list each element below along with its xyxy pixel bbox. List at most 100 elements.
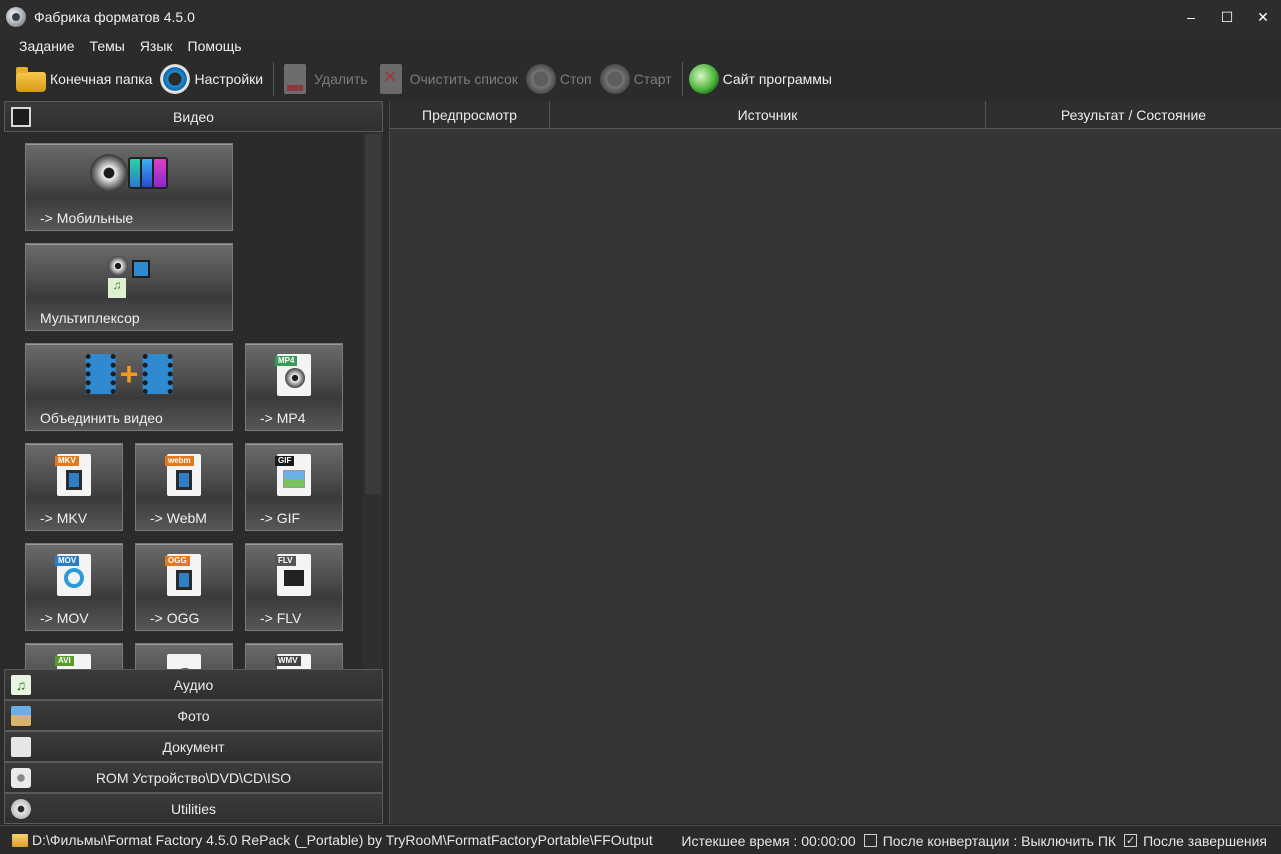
stop-button[interactable]: Стоп bbox=[524, 61, 598, 97]
globe-icon bbox=[688, 64, 719, 94]
tile-ogg[interactable]: OGG -> OGG bbox=[135, 543, 233, 631]
start-icon bbox=[599, 64, 630, 94]
wmv-file-icon: WMV bbox=[275, 654, 311, 669]
mov-file-icon: MOV bbox=[55, 554, 91, 596]
maximize-button[interactable]: ☐ bbox=[1209, 0, 1245, 34]
category-audio[interactable]: ♫ Аудио bbox=[4, 669, 383, 700]
tile-gif[interactable]: GIF -> GIF bbox=[245, 443, 343, 531]
category-utilities-label: Utilities bbox=[170, 800, 217, 817]
category-photo[interactable]: Фото bbox=[4, 700, 383, 731]
category-rom[interactable]: ROM Устройство\DVD\CD\ISO bbox=[4, 762, 383, 793]
film-reel-icon bbox=[11, 799, 31, 819]
window-title: Фабрика форматов 4.5.0 bbox=[34, 9, 195, 25]
website-button[interactable]: Сайт программы bbox=[687, 61, 838, 97]
tile-join-video[interactable]: + Объединить видео bbox=[25, 343, 233, 431]
task-list-panel: Предпросмотр Источник Результат / Состоя… bbox=[389, 101, 1281, 824]
column-source[interactable]: Источник bbox=[550, 101, 986, 128]
tile-mobile-label: -> Мобильные bbox=[40, 210, 134, 226]
tile-muxer-label: Мультиплексор bbox=[40, 310, 140, 326]
document-icon bbox=[11, 737, 31, 757]
menu-themes[interactable]: Темы bbox=[82, 38, 132, 54]
category-photo-label: Фото bbox=[177, 707, 210, 724]
start-label: Старт bbox=[633, 71, 672, 87]
menu-task[interactable]: Задание bbox=[11, 38, 82, 54]
settings-label: Настройки bbox=[194, 71, 264, 87]
ogg-file-icon: OGG bbox=[165, 554, 201, 596]
gif-file-icon: GIF bbox=[275, 454, 311, 496]
tile-muxer[interactable]: ♫ Мультиплексор bbox=[25, 243, 233, 331]
category-video-label: Видео bbox=[173, 108, 214, 125]
clear-list-button[interactable]: Очистить список bbox=[374, 61, 524, 97]
scrollbar-thumb[interactable] bbox=[365, 134, 381, 494]
elapsed-time: Истекшее время : 00:00:00 bbox=[681, 832, 856, 849]
task-table-header: Предпросмотр Источник Результат / Состоя… bbox=[390, 101, 1281, 129]
category-video[interactable]: Видео bbox=[4, 101, 383, 132]
delete-label: Удалить bbox=[314, 71, 368, 87]
menu-bar: Задание Темы Язык Помощь bbox=[0, 34, 1281, 58]
tile-3gp[interactable] bbox=[135, 643, 233, 669]
output-folder-label: Конечная папка bbox=[50, 71, 153, 87]
output-path[interactable]: D:\Фильмы\Format Factory 4.5.0 RePack (_… bbox=[32, 832, 653, 848]
output-folder-button[interactable]: Конечная папка bbox=[14, 61, 158, 97]
after-finish-label: После завершения bbox=[1143, 832, 1267, 849]
status-options: Истекшее время : 00:00:00 После конверта… bbox=[681, 826, 1267, 854]
tile-mov[interactable]: MOV -> MOV bbox=[25, 543, 123, 631]
music-note-icon: ♫ bbox=[11, 675, 31, 695]
menu-language[interactable]: Язык bbox=[132, 38, 180, 54]
app-logo-icon bbox=[6, 7, 26, 27]
tiles-scrollbar[interactable] bbox=[363, 132, 383, 669]
toolbar-separator bbox=[273, 62, 275, 96]
minimize-button[interactable]: – bbox=[1173, 0, 1209, 34]
photo-icon bbox=[11, 706, 31, 726]
tile-mp4-label: -> MP4 bbox=[260, 410, 306, 426]
after-convert-checkbox[interactable] bbox=[863, 834, 877, 847]
clear-list-icon bbox=[379, 64, 402, 94]
tile-gif-label: -> GIF bbox=[260, 510, 301, 526]
tile-mov-label: -> MOV bbox=[40, 610, 89, 626]
start-button[interactable]: Старт bbox=[598, 61, 678, 97]
status-bar: D:\Фильмы\Format Factory 4.5.0 RePack (_… bbox=[0, 825, 1281, 854]
mp4-file-icon: MP4 bbox=[275, 354, 311, 396]
category-document[interactable]: Документ bbox=[4, 731, 383, 762]
tile-avi[interactable]: AVI bbox=[25, 643, 123, 669]
delete-button[interactable]: Удалить bbox=[278, 61, 373, 97]
category-document-label: Документ bbox=[162, 738, 225, 755]
clear-list-label: Очистить список bbox=[409, 71, 518, 87]
tile-mobile[interactable]: -> Мобильные bbox=[25, 143, 233, 231]
category-utilities[interactable]: Utilities bbox=[4, 793, 383, 824]
mkv-file-icon: MKV bbox=[55, 454, 91, 496]
folder-icon bbox=[16, 67, 46, 92]
tile-mp4[interactable]: MP4 -> MP4 bbox=[245, 343, 343, 431]
avi-file-icon: AVI bbox=[55, 654, 91, 669]
muxer-icon: ♫ bbox=[106, 254, 152, 300]
close-button[interactable]: ✕ bbox=[1245, 0, 1281, 34]
settings-button[interactable]: Настройки bbox=[158, 61, 269, 97]
column-preview[interactable]: Предпросмотр bbox=[390, 101, 550, 128]
tile-join-label: Объединить видео bbox=[40, 410, 163, 426]
stop-icon bbox=[525, 64, 556, 94]
video-file-icon bbox=[167, 654, 201, 669]
tile-webm[interactable]: webm -> WebM bbox=[135, 443, 233, 531]
tile-wmv[interactable]: WMV bbox=[245, 643, 343, 669]
video-tiles: -> Мобильные ♫ Мультиплексор + Объединит… bbox=[4, 132, 383, 669]
window-controls: – ☐ ✕ bbox=[1173, 0, 1281, 34]
tile-flv[interactable]: FLV -> FLV bbox=[245, 543, 343, 631]
folder-icon bbox=[12, 833, 28, 847]
tile-mkv[interactable]: MKV -> MKV bbox=[25, 443, 123, 531]
menu-help[interactable]: Помощь bbox=[180, 38, 249, 54]
website-label: Сайт программы bbox=[722, 71, 832, 87]
tile-webm-label: -> WebM bbox=[150, 510, 207, 526]
category-list: ♫ Аудио Фото Документ ROM Устройство\DVD… bbox=[4, 669, 383, 824]
tile-ogg-label: -> OGG bbox=[150, 610, 200, 626]
video-icon bbox=[11, 107, 31, 127]
category-audio-label: Аудио bbox=[173, 676, 214, 693]
column-result-status[interactable]: Результат / Состояние bbox=[986, 101, 1281, 128]
webm-file-icon: webm bbox=[165, 454, 201, 496]
join-video-icon: + bbox=[85, 354, 173, 397]
category-rom-label: ROM Устройство\DVD\CD\ISO bbox=[95, 769, 292, 786]
toolbar-separator bbox=[681, 62, 683, 96]
disc-drive-icon bbox=[11, 768, 31, 788]
gear-icon bbox=[160, 64, 191, 94]
stop-label: Стоп bbox=[559, 71, 592, 87]
after-finish-checkbox[interactable]: ✓ bbox=[1124, 834, 1138, 847]
